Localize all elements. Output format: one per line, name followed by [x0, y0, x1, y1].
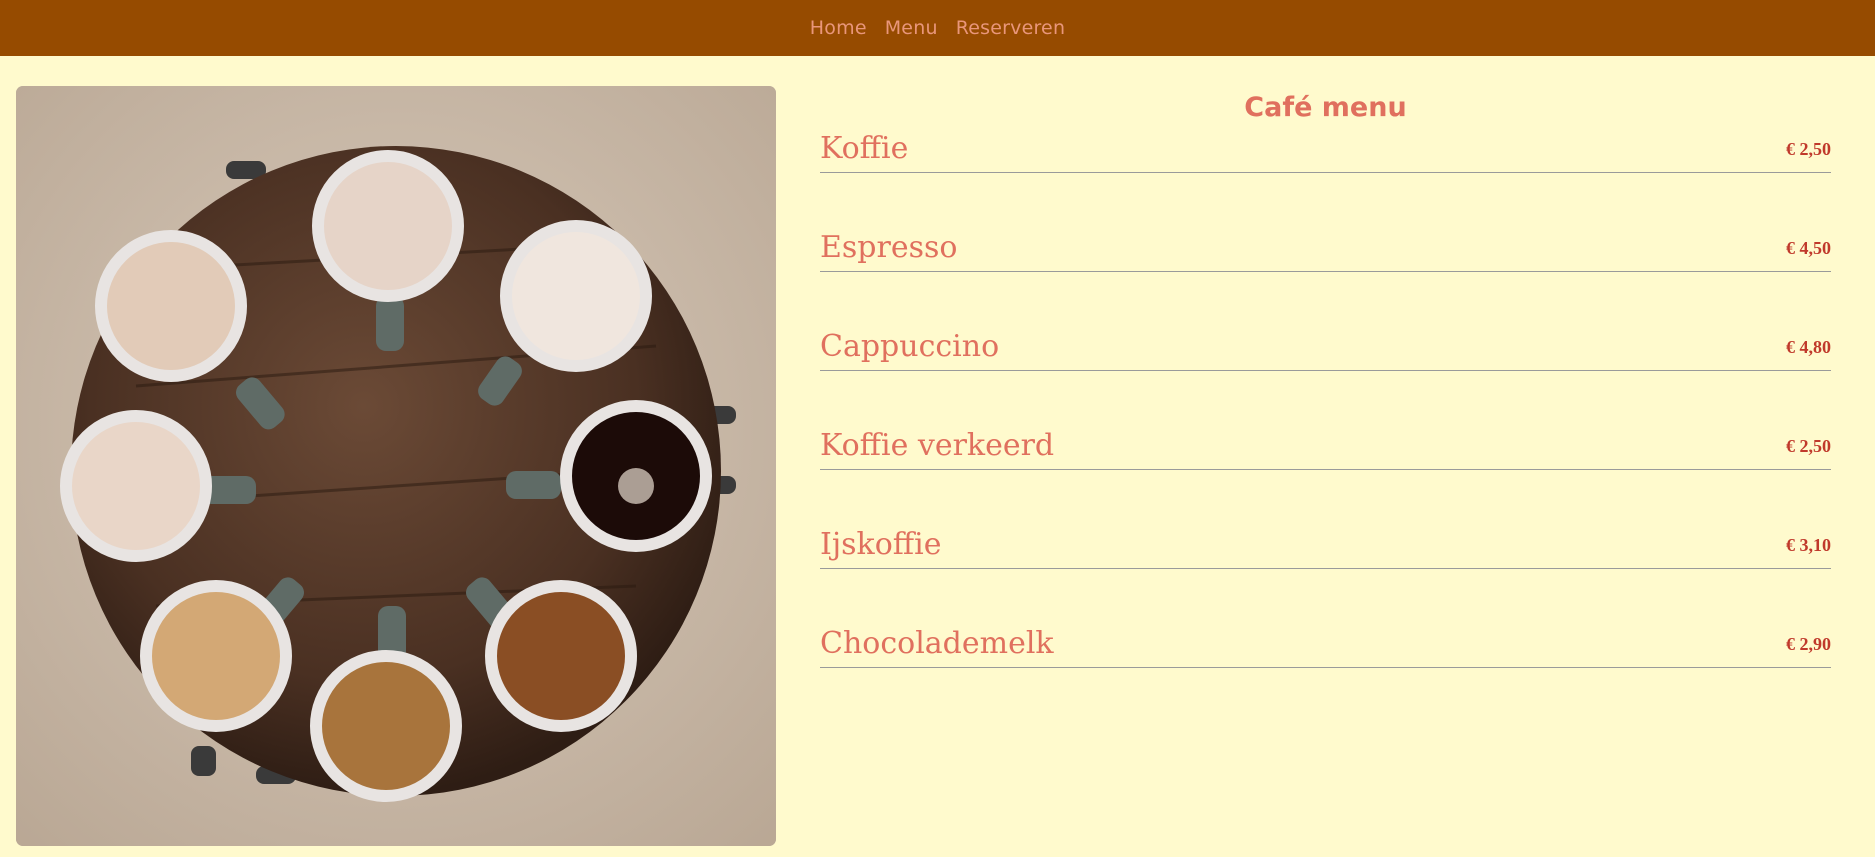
menu-item-price: € 2,90 [1786, 634, 1831, 654]
menu-item-price: € 2,50 [1786, 436, 1831, 456]
menu-title: Café menu [1244, 92, 1407, 123]
menu-item-price: € 4,50 [1786, 238, 1831, 258]
navbar: Home Menu Reserveren [0, 0, 1875, 56]
menu-item: Espresso € 4,50 [820, 229, 1831, 272]
cafe-menu: Café menu Koffie € 2,50 Espresso € 4,50 … [820, 86, 1831, 724]
menu-item-name: Cappuccino [820, 329, 1000, 364]
menu-item: Koffie € 2,50 [820, 130, 1831, 173]
menu-item-name: Koffie verkeerd [820, 428, 1055, 463]
menu-item-price: € 4,80 [1786, 337, 1831, 357]
menu-item: Koffie verkeerd € 2,50 [820, 427, 1831, 470]
nav-link-home[interactable]: Home [810, 17, 867, 39]
menu-item: Chocolademelk € 2,90 [820, 625, 1831, 668]
menu-item-name: Ijskoffie [820, 527, 942, 562]
menu-item-name: Espresso [820, 230, 958, 265]
menu-item: Cappuccino € 4,80 [820, 328, 1831, 371]
menu-item: Ijskoffie € 3,10 [820, 526, 1831, 569]
nav-link-menu[interactable]: Menu [885, 17, 938, 39]
nav-link-reserveren[interactable]: Reserveren [956, 17, 1066, 39]
menu-item-price: € 3,10 [1786, 535, 1831, 555]
coffee-cups-photo [16, 86, 776, 846]
menu-item-name: Koffie [820, 131, 909, 166]
menu-item-name: Chocolademelk [820, 626, 1054, 661]
menu-item-price: € 2,50 [1786, 139, 1831, 159]
